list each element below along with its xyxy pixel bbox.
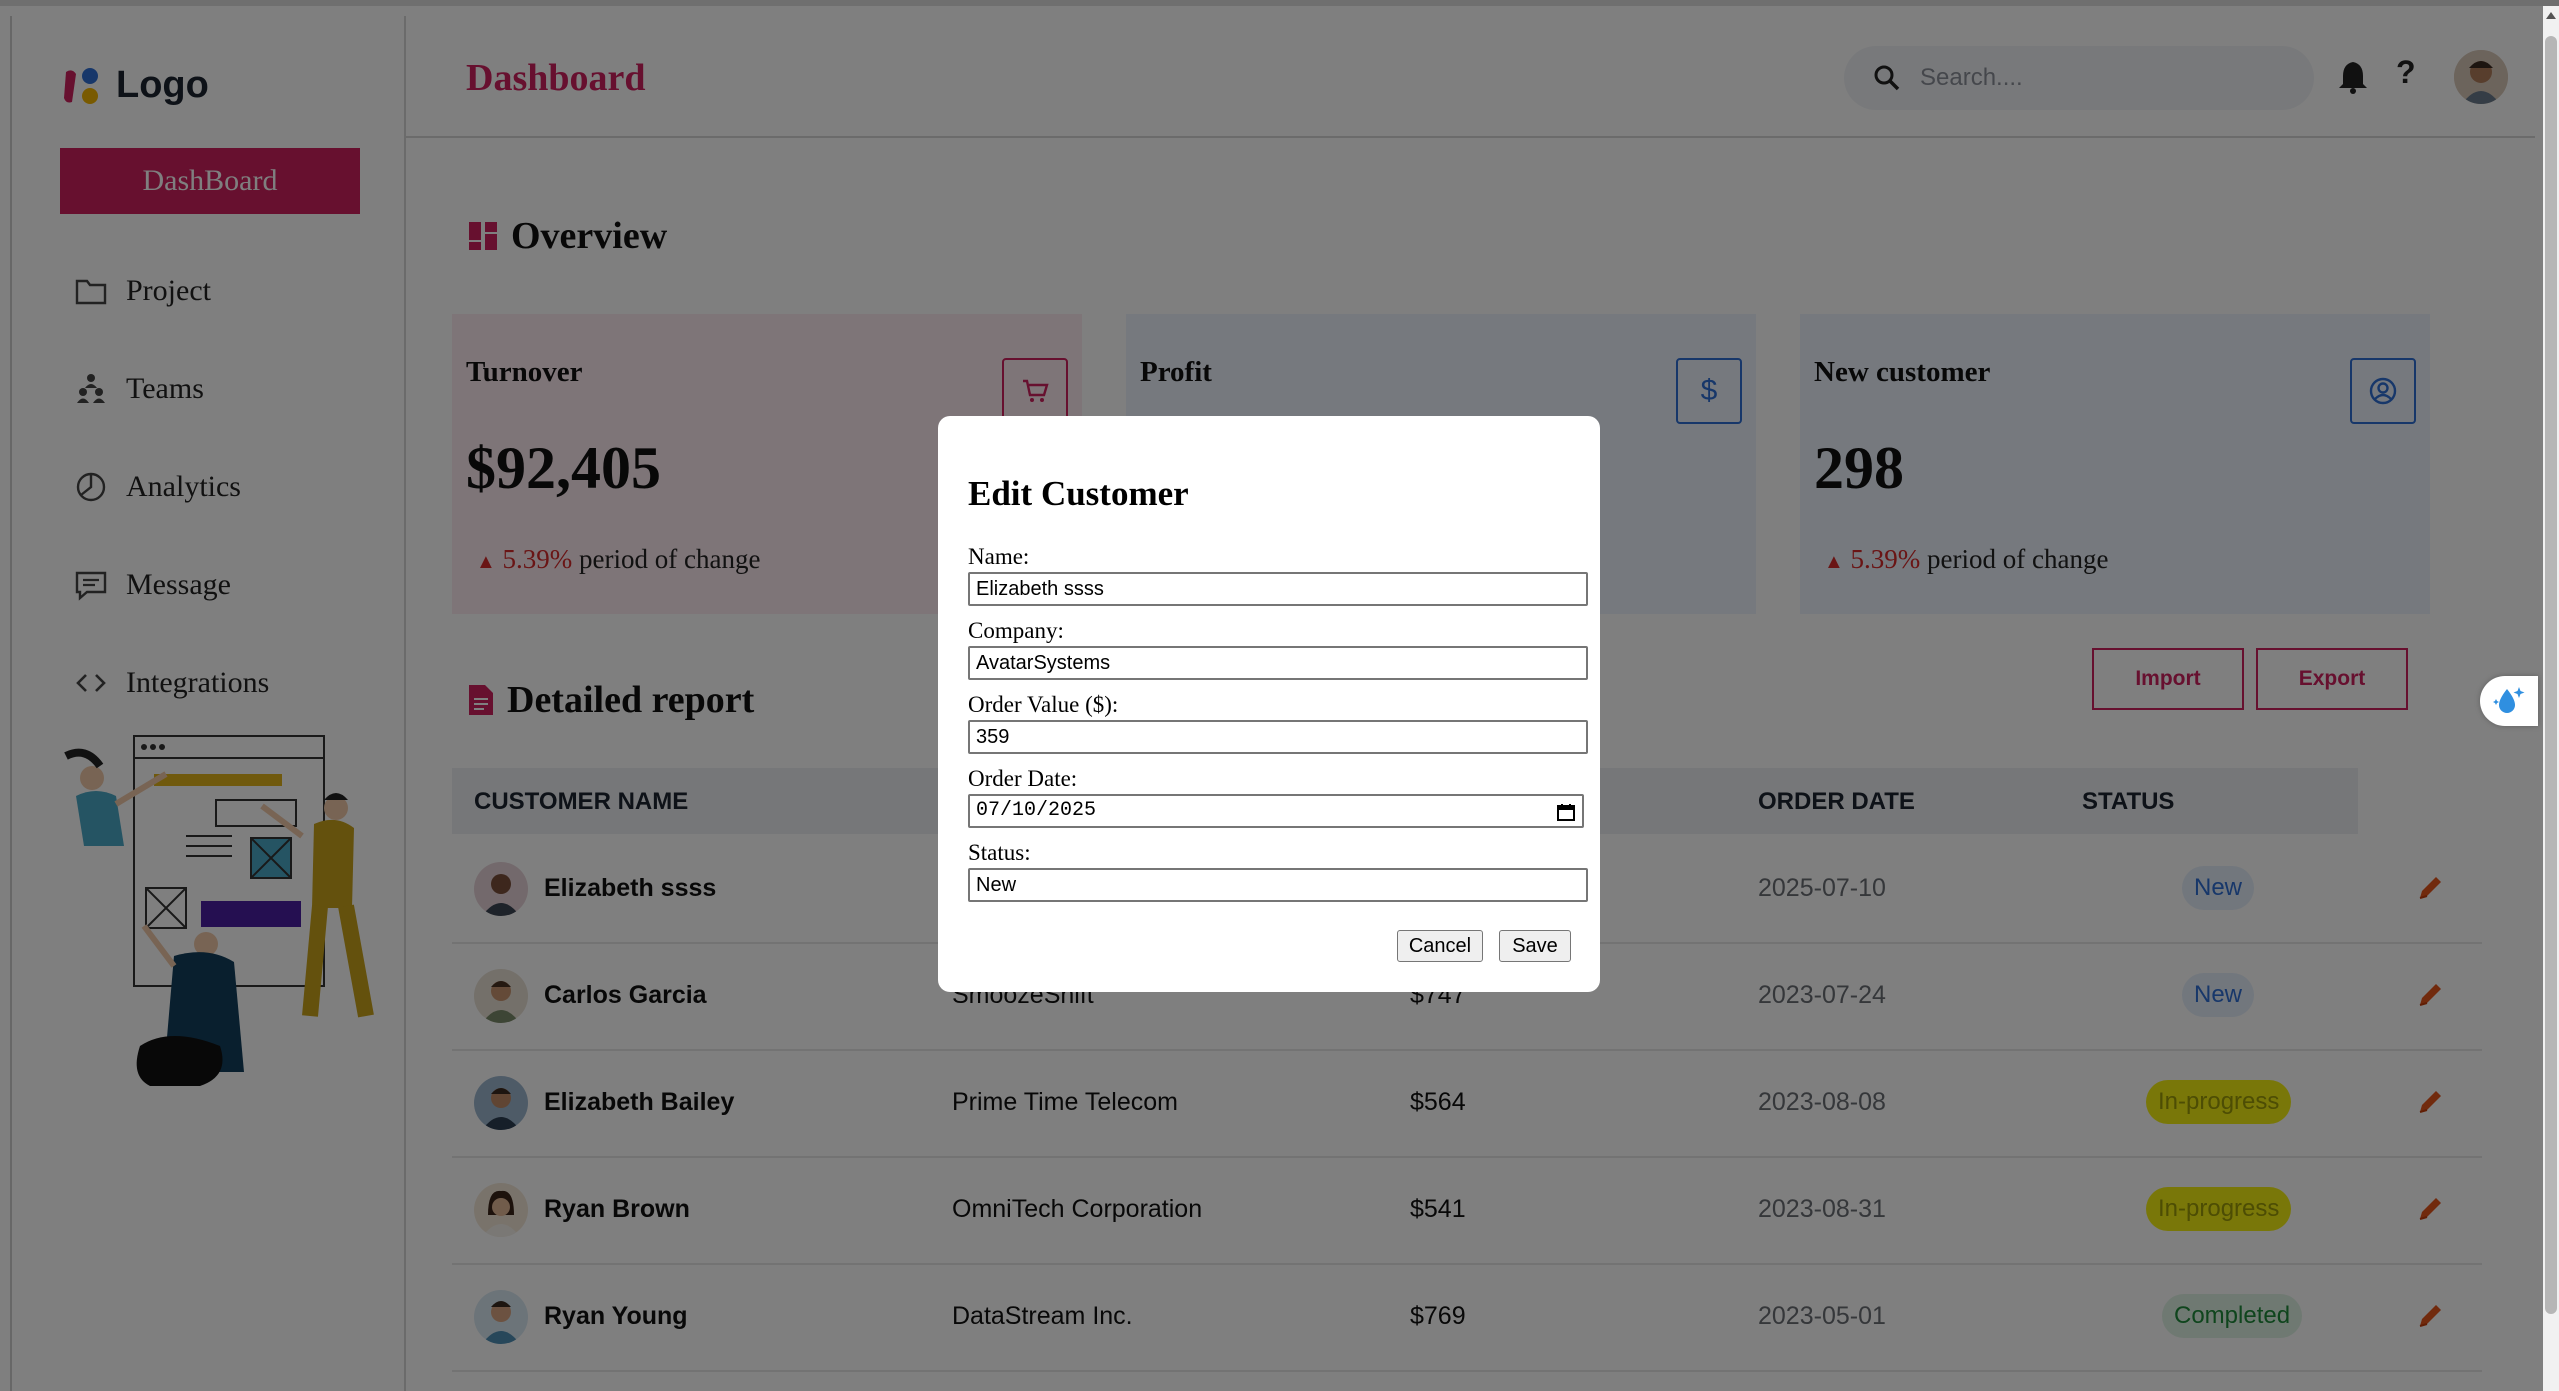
name-label: Name: bbox=[968, 544, 1030, 569]
dialog-title: Edit Customer bbox=[968, 474, 1189, 513]
company-label: Company: bbox=[968, 618, 1064, 643]
scroll-up-arrow-icon[interactable] bbox=[2546, 12, 2556, 19]
company-field[interactable]: AvatarSystems bbox=[968, 646, 1588, 680]
order-value-field[interactable]: 359 bbox=[968, 720, 1588, 754]
status-field[interactable]: New bbox=[968, 868, 1588, 902]
page-scrollbar[interactable] bbox=[2543, 6, 2559, 1391]
order-date-field[interactable]: 07/10/2025 bbox=[968, 794, 1584, 828]
order-date-value: 07/10/2025 bbox=[976, 799, 1097, 822]
order-value-label: Order Value ($): bbox=[968, 692, 1119, 717]
water-drop-icon bbox=[2493, 687, 2525, 713]
name-field[interactable]: Elizabeth ssss bbox=[968, 572, 1588, 606]
cancel-button[interactable]: Cancel bbox=[1397, 930, 1483, 962]
edit-customer-dialog: Edit Customer Name: Elizabeth ssss Compa… bbox=[938, 416, 1600, 992]
status-label: Status: bbox=[968, 840, 1031, 865]
order-date-label: Order Date: bbox=[968, 766, 1078, 791]
assistant-button[interactable] bbox=[2480, 676, 2538, 726]
calendar-icon[interactable] bbox=[1556, 802, 1576, 822]
scrollbar-thumb[interactable] bbox=[2545, 36, 2557, 1314]
save-button[interactable]: Save bbox=[1499, 930, 1571, 962]
